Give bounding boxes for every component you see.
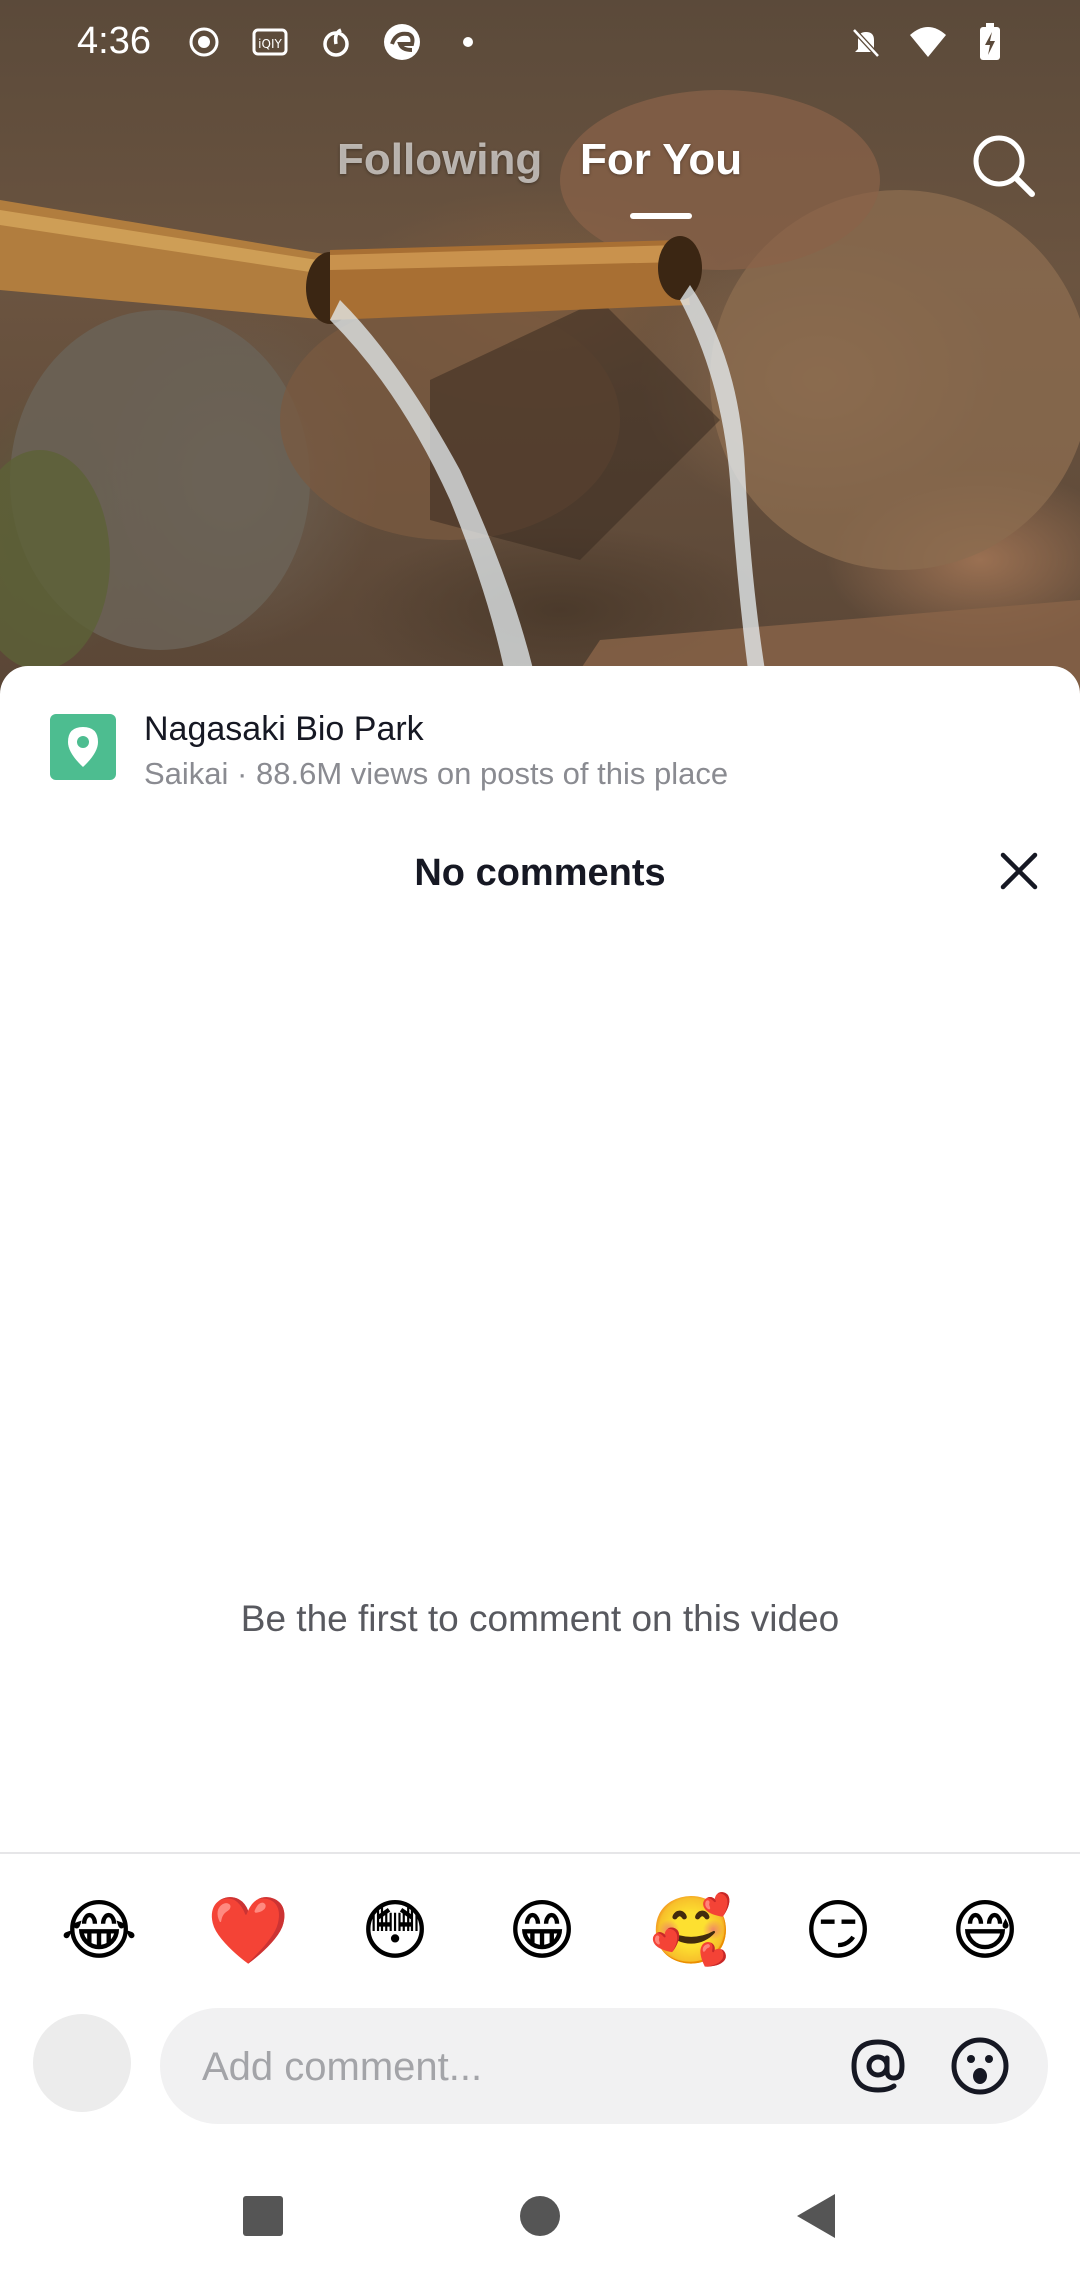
mention-button[interactable] <box>846 2034 910 2098</box>
feed-tabs: Following For You <box>0 135 1080 219</box>
place-link[interactable]: Nagasaki Bio Park Saikai · 88.6M views o… <box>50 706 1030 791</box>
close-icon <box>1000 852 1038 890</box>
comments-title: No comments <box>414 852 666 894</box>
comment-field[interactable] <box>160 2008 1048 2124</box>
avatar[interactable] <box>33 2014 131 2112</box>
tab-following[interactable]: Following <box>337 135 542 185</box>
comment-composer <box>0 2008 1080 2126</box>
video-frame <box>0 90 1080 700</box>
back-triangle-icon <box>797 2194 835 2238</box>
emoji-red-heart[interactable]: ❤️ <box>207 1890 289 1972</box>
empty-comments-message: Be the first to comment on this video <box>240 1598 840 1639</box>
comment-input[interactable] <box>200 2032 764 2102</box>
emoji-flushed[interactable]: 😳 <box>354 1890 436 1972</box>
emoji-grinning[interactable]: 😁 <box>501 1890 583 1972</box>
recents-button[interactable] <box>233 2186 293 2246</box>
divider <box>0 1852 1080 1854</box>
emoji-tears-of-joy[interactable]: 😂 <box>58 1890 140 1972</box>
recents-square-icon <box>243 2196 283 2236</box>
search-button[interactable] <box>968 130 1038 200</box>
system-nav-bar <box>0 2160 1080 2280</box>
status-left-icons: iQIY <box>184 22 488 62</box>
netease-music-icon <box>316 22 356 62</box>
record-icon <box>184 22 224 62</box>
search-icon <box>973 135 1035 197</box>
video-player[interactable] <box>0 0 1080 700</box>
bell-off-icon <box>846 22 886 62</box>
edge-browser-icon <box>382 22 422 62</box>
tab-for-you[interactable]: For You <box>580 135 742 185</box>
smiley-icon <box>951 2037 1009 2095</box>
status-time: 4:36 <box>77 20 151 62</box>
emoji-picker-button[interactable] <box>948 2034 1012 2098</box>
iqiyi-icon: iQIY <box>250 22 290 62</box>
home-button[interactable] <box>510 2186 570 2246</box>
active-tab-indicator <box>630 213 692 219</box>
close-button[interactable] <box>994 846 1044 896</box>
at-icon <box>851 2039 905 2093</box>
dot-icon <box>448 22 488 62</box>
home-circle-icon <box>520 2196 560 2236</box>
quick-emoji-row: 😂 ❤️ 😳 😁 🥰 😏 😅 <box>0 1890 1080 1970</box>
svg-text:iQIY: iQIY <box>258 37 282 51</box>
status-right-icons <box>846 22 1010 62</box>
emoji-sweat-smile[interactable]: 😅 <box>944 1890 1026 1972</box>
battery-charging-icon <box>970 22 1010 62</box>
place-subtitle: Saikai · 88.6M views on posts of this pl… <box>144 756 729 791</box>
location-pin-icon <box>50 714 116 780</box>
back-button[interactable] <box>787 2186 847 2246</box>
emoji-smirk[interactable]: 😏 <box>797 1890 879 1972</box>
wifi-icon <box>908 22 948 62</box>
status-bar: 4:36 iQIY <box>0 0 1080 84</box>
emoji-smiling-hearts[interactable]: 🥰 <box>650 1890 732 1972</box>
place-name: Nagasaki Bio Park <box>144 710 424 748</box>
